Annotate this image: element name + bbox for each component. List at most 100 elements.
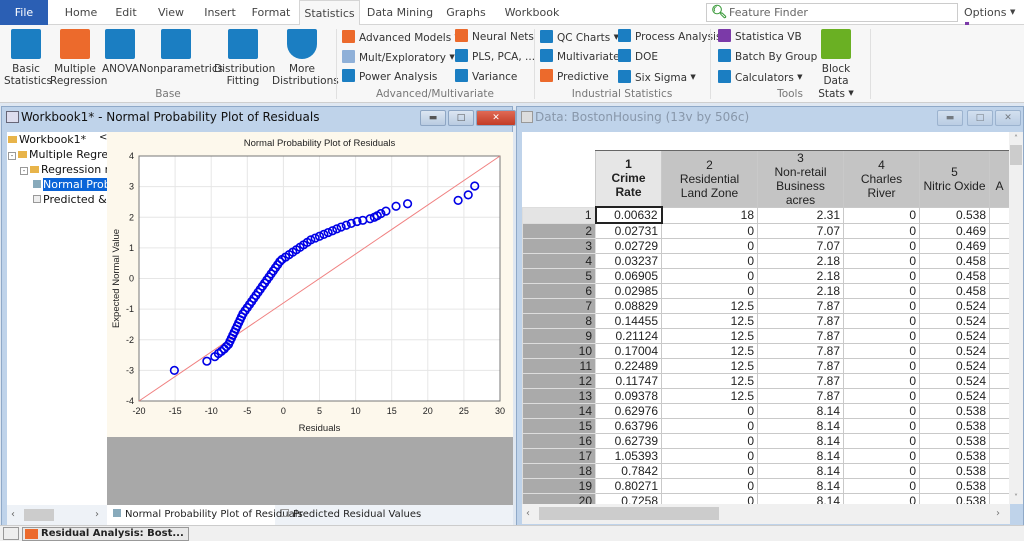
collapse-icon[interactable]: - [8, 152, 16, 160]
row-header[interactable]: 20 [522, 493, 596, 504]
tab-edit[interactable]: Edit [106, 0, 146, 25]
table-cell[interactable]: 0 [661, 448, 758, 464]
row-header[interactable]: 19 [522, 478, 596, 494]
table-cell[interactable]: 0.469 [919, 222, 990, 239]
table-cell[interactable]: 0.538 [919, 448, 990, 464]
taskbar-item-residual-analysis[interactable]: Residual Analysis: Bost... [22, 527, 189, 541]
table-cell[interactable]: 0.22489 [595, 358, 662, 374]
tree-collapse-button[interactable]: < [99, 132, 107, 143]
table-cell[interactable]: 0.02731 [595, 222, 662, 239]
table-cell[interactable]: 0.09378 [595, 388, 662, 404]
table-cell[interactable] [989, 313, 1010, 329]
table-cell[interactable]: 0.538 [919, 418, 990, 434]
table-cell[interactable]: 0.21124 [595, 328, 662, 344]
tree-item-regression-results[interactable]: -Regression res [20, 163, 107, 176]
column-header[interactable]: A [989, 149, 1010, 208]
row-header[interactable]: 9 [522, 328, 596, 344]
tree-item-multiple-regression[interactable]: -Multiple Regres: [8, 148, 107, 161]
table-cell[interactable] [989, 403, 1010, 419]
table-cell[interactable]: 0 [661, 478, 758, 494]
table-cell[interactable]: 0.524 [919, 373, 990, 389]
table-cell[interactable]: 0 [843, 448, 920, 464]
row-header[interactable]: 11 [522, 358, 596, 374]
table-cell[interactable]: 0.63796 [595, 418, 662, 434]
tab-graphs[interactable]: Graphs [442, 0, 490, 25]
table-cell[interactable]: 2.18 [757, 283, 844, 299]
table-cell[interactable]: 2.18 [757, 268, 844, 284]
table-cell[interactable] [989, 373, 1010, 389]
table-cell[interactable]: 0 [843, 298, 920, 314]
table-cell[interactable]: 0 [843, 253, 920, 269]
table-cell[interactable]: 0 [843, 403, 920, 419]
tab-home[interactable]: Home [58, 0, 104, 25]
variance-button[interactable]: Variance [455, 69, 517, 85]
table-cell[interactable] [989, 206, 1010, 224]
tree-scrollbar[interactable]: ‹ › [7, 505, 107, 525]
tab-normal-probability-plot[interactable]: Normal Probability Plot of Residuals [107, 505, 303, 525]
neural-nets-button[interactable]: Neural Nets [455, 29, 534, 45]
table-cell[interactable]: 0.538 [919, 463, 990, 479]
table-cell[interactable] [989, 283, 1010, 299]
tree-item-predicted[interactable]: Predicted & [33, 193, 107, 206]
table-cell[interactable]: 12.5 [661, 298, 758, 314]
table-cell[interactable]: 0.524 [919, 343, 990, 359]
power-analysis-button[interactable]: Power Analysis [342, 69, 437, 85]
table-cell[interactable]: 0 [843, 493, 920, 504]
table-cell[interactable]: 0.458 [919, 268, 990, 284]
column-header[interactable]: 5 Nitric Oxide [919, 149, 990, 208]
table-cell[interactable] [989, 388, 1010, 404]
process-analysis-button[interactable]: Process Analysis [618, 29, 721, 45]
table-cell[interactable]: 0 [843, 418, 920, 434]
row-header[interactable]: 8 [522, 313, 596, 329]
table-cell[interactable]: 0.538 [919, 478, 990, 494]
row-header[interactable]: 17 [522, 448, 596, 464]
table-cell[interactable]: 18 [661, 206, 758, 224]
table-cell[interactable]: 8.14 [757, 418, 844, 434]
row-header[interactable]: 2 [522, 222, 596, 239]
table-cell[interactable]: 8.14 [757, 433, 844, 449]
table-cell[interactable]: 12.5 [661, 313, 758, 329]
table-cell[interactable]: 0 [661, 403, 758, 419]
table-cell[interactable]: 0 [843, 206, 920, 224]
table-cell[interactable]: 0.03237 [595, 253, 662, 269]
table-cell[interactable]: 0 [661, 222, 758, 239]
table-cell[interactable]: 7.87 [757, 298, 844, 314]
tab-format[interactable]: Format [246, 0, 296, 25]
table-cell[interactable]: 0 [661, 253, 758, 269]
table-cell[interactable]: 0 [843, 222, 920, 239]
table-cell[interactable]: 0.08829 [595, 298, 662, 314]
table-cell[interactable]: 0 [661, 418, 758, 434]
table-cell[interactable]: 0.538 [919, 403, 990, 419]
table-cell[interactable]: 0.06905 [595, 268, 662, 284]
table-cell[interactable] [989, 238, 1010, 254]
tree-item-normal-prob[interactable]: Normal Prob [33, 178, 107, 191]
corner-cell[interactable] [522, 150, 596, 207]
table-cell[interactable]: 0.00632 [594, 206, 663, 224]
table-cell[interactable]: 0.538 [919, 206, 990, 224]
table-cell[interactable]: 0.458 [919, 253, 990, 269]
table-cell[interactable] [989, 418, 1010, 434]
table-cell[interactable]: 0.524 [919, 328, 990, 344]
row-header[interactable]: 16 [522, 433, 596, 449]
column-header[interactable]: 2 Residential Land Zone [661, 149, 758, 208]
table-cell[interactable]: 0.62976 [595, 403, 662, 419]
table-cell[interactable]: 0 [843, 358, 920, 374]
statistica-vb-button[interactable]: Statistica VB [718, 29, 802, 45]
table-cell[interactable]: 0 [843, 313, 920, 329]
table-cell[interactable]: 0 [661, 238, 758, 254]
table-cell[interactable]: 8.14 [757, 403, 844, 419]
table-cell[interactable]: 0.7258 [595, 493, 662, 504]
table-cell[interactable] [989, 358, 1010, 374]
table-cell[interactable] [989, 328, 1010, 344]
table-cell[interactable]: 0.02729 [595, 238, 662, 254]
table-cell[interactable]: 0 [843, 238, 920, 254]
table-cell[interactable]: 0 [843, 268, 920, 284]
distribution-fitting-button[interactable]: Distribution Fitting [214, 29, 275, 87]
doe-button[interactable]: DOE [618, 49, 658, 65]
table-cell[interactable]: 7.07 [757, 222, 844, 239]
table-cell[interactable]: 8.14 [757, 478, 844, 494]
close-button[interactable]: ✕ [995, 110, 1021, 126]
tree-item-workbook[interactable]: Workbook1* [8, 133, 86, 146]
column-header[interactable]: 1 Crime Rate [595, 149, 662, 208]
collapse-icon[interactable]: - [20, 167, 28, 175]
